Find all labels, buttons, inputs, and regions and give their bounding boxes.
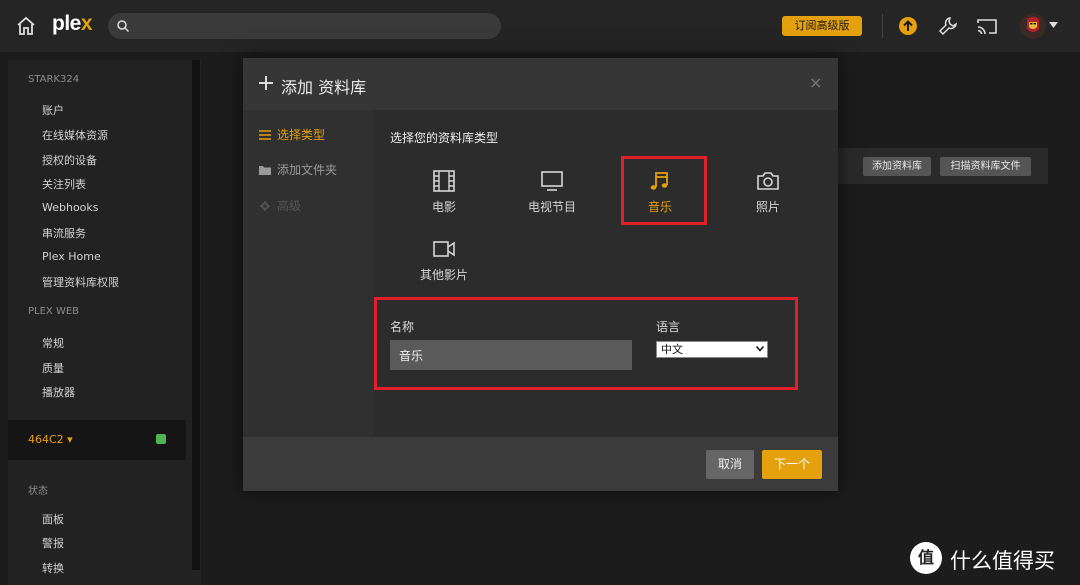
- sidebar-item-player[interactable]: 播放器: [42, 384, 75, 400]
- highlight-box-fields: [374, 297, 798, 390]
- logo-text: ple: [52, 12, 81, 35]
- next-button[interactable]: 下一个: [762, 450, 822, 479]
- sidebar-item-plex-home[interactable]: Plex Home: [42, 250, 101, 263]
- logo-x: x: [80, 12, 93, 35]
- type-prompt: 选择您的资料库类型: [390, 131, 499, 145]
- tv-icon: [541, 171, 563, 191]
- chevron-down-icon[interactable]: [1049, 22, 1058, 28]
- type-label: 电影: [431, 200, 456, 214]
- dialog-steps: 选择类型 添加文件夹 高级: [243, 110, 374, 437]
- sidebar-item-account[interactable]: 账户: [42, 102, 64, 118]
- sidebar-item-streaming[interactable]: 串流服务: [42, 225, 86, 241]
- scan-library-button[interactable]: 扫描资料库文件: [940, 157, 1031, 176]
- search-input[interactable]: [108, 13, 501, 39]
- search-icon: [117, 20, 130, 33]
- step-add-folder[interactable]: 添加文件夹: [259, 161, 337, 178]
- type-other-videos[interactable]: 其他影片: [394, 238, 494, 283]
- sidebar-item-online-media[interactable]: 在线媒体资源: [42, 127, 108, 143]
- add-library-button[interactable]: 添加资料库: [863, 157, 931, 176]
- plex-web-heading: PLEX WEB: [28, 306, 80, 317]
- list-icon: [259, 130, 271, 140]
- avatar[interactable]: [1020, 13, 1046, 39]
- cast-icon[interactable]: [975, 14, 999, 38]
- server-selector[interactable]: 464C2 ▾: [8, 420, 186, 460]
- upgrade-button[interactable]: 订阅高级版: [782, 16, 862, 36]
- close-icon[interactable]: ×: [809, 73, 822, 92]
- settings-wrench-icon[interactable]: [936, 14, 960, 38]
- settings-sidebar: STARK324 账户 在线媒体资源 授权的设备 关注列表 Webhooks 串…: [8, 60, 201, 585]
- status-heading: 状态: [28, 486, 48, 497]
- step-label: 选择类型: [277, 128, 326, 142]
- sidebar-item-quality[interactable]: 质量: [42, 360, 64, 376]
- sidebar-item-webhooks[interactable]: Webhooks: [42, 201, 99, 214]
- activity-icon[interactable]: [896, 14, 920, 38]
- add-library-dialog: 添加 资料库 × 选择类型 添加文件夹 高级 选择您的资料库类型 电影 电视节目…: [243, 58, 838, 491]
- highlight-box-music: [621, 156, 707, 225]
- step-label: 添加文件夹: [277, 163, 338, 177]
- sidebar-item-devices[interactable]: 授权的设备: [42, 152, 97, 168]
- sidebar-scrollbar[interactable]: [192, 60, 200, 570]
- plex-logo[interactable]: plex: [52, 12, 93, 36]
- step-advanced: 高级: [259, 197, 301, 214]
- step-select-type[interactable]: 选择类型: [259, 126, 325, 143]
- top-bar: plex 订阅高级版: [0, 0, 1080, 52]
- sidebar-item-library-access[interactable]: 管理资料库权限: [42, 274, 119, 290]
- type-tv-shows[interactable]: 电视节目: [502, 170, 602, 215]
- sidebar-item-general[interactable]: 常规: [42, 335, 64, 351]
- camera-icon: [757, 172, 779, 190]
- type-movies[interactable]: 电影: [394, 170, 494, 215]
- lock-icon: [156, 434, 166, 444]
- account-heading: STARK324: [28, 74, 80, 85]
- gear-icon: [260, 201, 270, 211]
- watermark-logo: 值: [910, 542, 942, 574]
- home-icon[interactable]: [14, 14, 38, 38]
- type-photos[interactable]: 照片: [718, 170, 818, 215]
- sidebar-item-conversion[interactable]: 转换: [42, 560, 64, 576]
- type-label: 电视节目: [527, 200, 576, 214]
- cancel-button[interactable]: 取消: [706, 450, 754, 479]
- sidebar-item-alerts[interactable]: 警报: [42, 535, 64, 551]
- plus-icon: [259, 76, 273, 90]
- step-label: 高级: [277, 199, 302, 213]
- dialog-footer: 取消 下一个: [243, 437, 838, 491]
- watermark: 值 什么值得买: [910, 540, 1070, 576]
- dialog-header: 添加 资料库 ×: [243, 58, 838, 110]
- folder-icon: [259, 166, 271, 175]
- divider: [882, 14, 883, 38]
- sidebar-item-dashboard[interactable]: 面板: [42, 511, 64, 527]
- type-label: 照片: [755, 200, 780, 214]
- server-name: 464C2 ▾: [28, 433, 73, 446]
- film-icon: [433, 170, 455, 192]
- watermark-text: 什么值得买: [950, 549, 1055, 573]
- dialog-title: 添加 资料库: [281, 78, 367, 97]
- type-label: 其他影片: [419, 268, 468, 282]
- sidebar-item-watchlist[interactable]: 关注列表: [42, 176, 86, 192]
- video-camera-icon: [433, 241, 455, 257]
